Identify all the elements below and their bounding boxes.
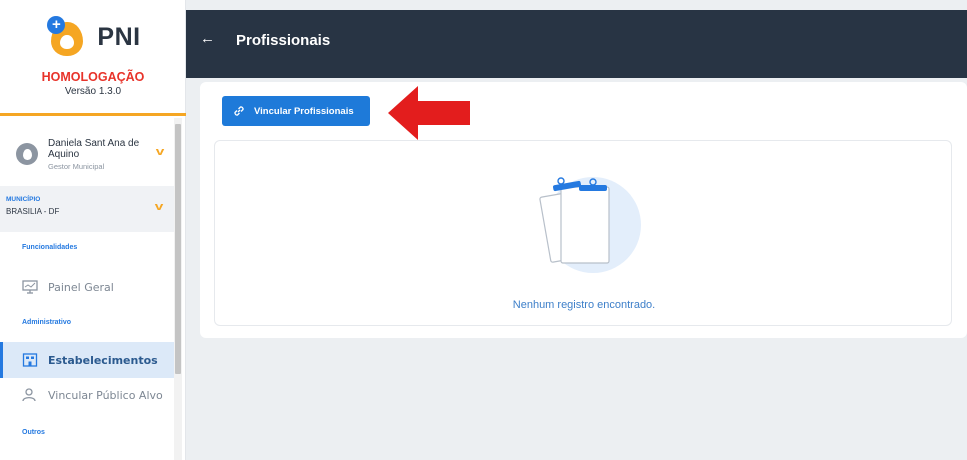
app-window: + PNI HOMOLOGAÇÃO Versão 1.3.0 Daniela S… (0, 0, 967, 460)
section-funcionalidades: Funcionalidades (22, 244, 78, 251)
building-icon (22, 353, 38, 367)
user-link-icon (22, 388, 36, 402)
sidebar-item-painel-geral[interactable]: Painel Geral (0, 269, 174, 305)
monitor-icon (22, 280, 38, 294)
annotation-arrow-icon (388, 86, 470, 140)
municipio-label: MUNICÍPIO (6, 196, 41, 203)
sidebar: + PNI HOMOLOGAÇÃO Versão 1.3.0 Daniela S… (0, 0, 186, 460)
version-label: Versão 1.3.0 (64, 86, 122, 97)
link-icon (234, 106, 244, 116)
environment-label: HOMOLOGAÇÃO (41, 70, 145, 84)
header-bar: ← Profissionais (186, 10, 967, 68)
chevron-down-icon[interactable]: v (155, 201, 164, 213)
main-content: ← Profissionais Vincular Profissionais N… (186, 0, 967, 460)
section-administrativo: Administrativo (22, 319, 72, 326)
user-menu[interactable]: Daniela Sant Ana de Aquino Gestor Munici… (8, 128, 173, 180)
sidebar-scrollbar-thumb[interactable] (175, 124, 181, 374)
logo-text: PNI (97, 22, 141, 51)
chevron-down-icon[interactable]: v (156, 146, 165, 158)
arrow-left-icon[interactable]: ← (200, 30, 215, 47)
empty-state-message: Nenhum registro encontrado. (512, 299, 656, 311)
divider (0, 113, 186, 116)
sidebar-item-label: Estabelecimentos (48, 353, 158, 367)
content-card: Vincular Profissionais Nenhum registro e… (200, 82, 967, 338)
header-strip (186, 68, 967, 78)
clipboard-icon (539, 177, 641, 273)
sidebar-item-estabelecimentos[interactable]: Estabelecimentos (0, 342, 174, 378)
sidebar-item-vincular-publico-alvo[interactable]: Vincular Público Alvo (0, 377, 174, 413)
vincular-profissionais-button[interactable]: Vincular Profissionais (222, 96, 370, 126)
user-name: Daniela Sant Ana de Aquino (48, 137, 140, 160)
button-label: Vincular Profissionais (254, 105, 354, 117)
municipio-value: BRASILIA - DF (6, 207, 60, 216)
empty-state-panel: Nenhum registro encontrado. (214, 140, 952, 326)
app-logo[interactable]: + PNI (0, 16, 186, 58)
section-outros: Outros (22, 429, 45, 436)
avatar (16, 143, 38, 165)
sidebar-item-label: Painel Geral (48, 280, 114, 294)
user-role: Gestor Municipal (48, 161, 105, 171)
sidebar-item-label: Vincular Público Alvo (48, 388, 163, 402)
municipio-selector[interactable]: MUNICÍPIO BRASILIA - DF v (0, 186, 174, 232)
page-title: Profissionais (236, 32, 331, 49)
pni-logo-icon: + (45, 16, 87, 58)
